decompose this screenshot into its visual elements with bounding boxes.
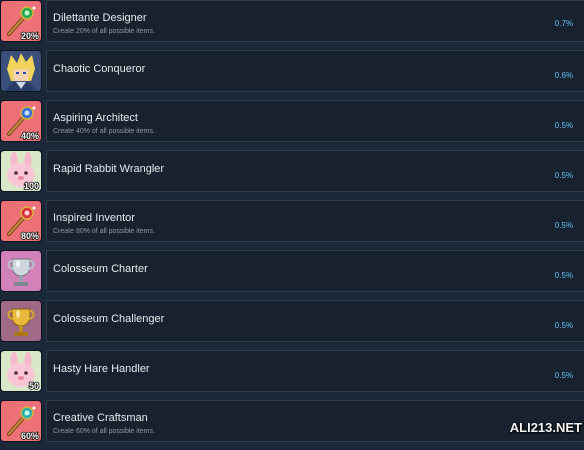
icon-badge: 50 [29, 381, 39, 391]
achievement-row[interactable]: 20% Dilettante Designer Create 20% of al… [0, 0, 584, 50]
achievement-row[interactable]: 100 Rapid Rabbit Wrangler 0.5% [0, 150, 584, 200]
wand-icon: 40% [1, 101, 41, 141]
wand-icon: 60% [1, 401, 41, 441]
pink-rabbit-icon: 50 [1, 351, 41, 391]
achievement-row[interactable]: 40% Aspiring Architect Create 40% of all… [0, 100, 584, 150]
achievement-row[interactable]: Chaotic Conqueror 0.6% [0, 50, 584, 100]
icon-badge: 80% [21, 231, 39, 241]
achievement-title: Colosseum Charter [53, 263, 148, 275]
achievement-row[interactable]: 50 Hasty Hare Handler 0.5% [0, 350, 584, 400]
pink-rabbit-icon: 100 [1, 151, 41, 191]
icon-badge: 100 [24, 181, 39, 191]
watermark: ALI213.NET [509, 420, 582, 435]
unlock-percentage: 0.5% [554, 271, 573, 280]
unlock-percentage: 0.6% [554, 71, 573, 80]
unlock-percentage: 0.5% [554, 171, 573, 180]
unlock-percentage: 0.7% [554, 19, 573, 28]
unlock-percentage: 0.5% [554, 221, 573, 230]
achievement-description: Create 40% of all possible items. [53, 128, 155, 135]
wand-icon: 80% [1, 201, 41, 241]
achievement-title: Creative Craftsman [53, 412, 148, 424]
silver-trophy-icon [1, 251, 41, 291]
achievement-title: Rapid Rabbit Wrangler [53, 163, 165, 175]
unlock-percentage: 0.5% [554, 371, 573, 380]
wand-icon: 20% [1, 1, 41, 41]
achievement-title: Aspiring Architect [53, 112, 138, 124]
achievement-title: Colosseum Challenger [53, 313, 165, 325]
achievement-row[interactable]: Colosseum Challenger 0.5% [0, 300, 584, 350]
achievement-description: Create 60% of all possible items. [53, 428, 155, 435]
achievement-title: Hasty Hare Handler [53, 363, 150, 375]
achievement-title: Inspired Inventor [53, 212, 135, 224]
unlock-percentage: 0.5% [554, 121, 573, 130]
achievement-row[interactable]: 80% Inspired Inventor Create 80% of all … [0, 200, 584, 250]
achievement-row[interactable]: Colosseum Charter 0.5% [0, 250, 584, 300]
achievement-row[interactable]: 60% Creative Craftsman Create 60% of all… [0, 400, 584, 450]
unlock-percentage: 0.5% [554, 321, 573, 330]
hero-portrait-icon [1, 51, 41, 91]
achievement-description: Create 20% of all possible items. [53, 28, 155, 35]
achievement-title: Dilettante Designer [53, 12, 147, 24]
achievement-title: Chaotic Conqueror [53, 63, 146, 75]
icon-badge: 20% [21, 31, 39, 41]
achievement-description: Create 80% of all possible items. [53, 228, 155, 235]
icon-badge: 60% [21, 431, 39, 441]
gold-trophy-icon [1, 301, 41, 341]
icon-badge: 40% [21, 131, 39, 141]
